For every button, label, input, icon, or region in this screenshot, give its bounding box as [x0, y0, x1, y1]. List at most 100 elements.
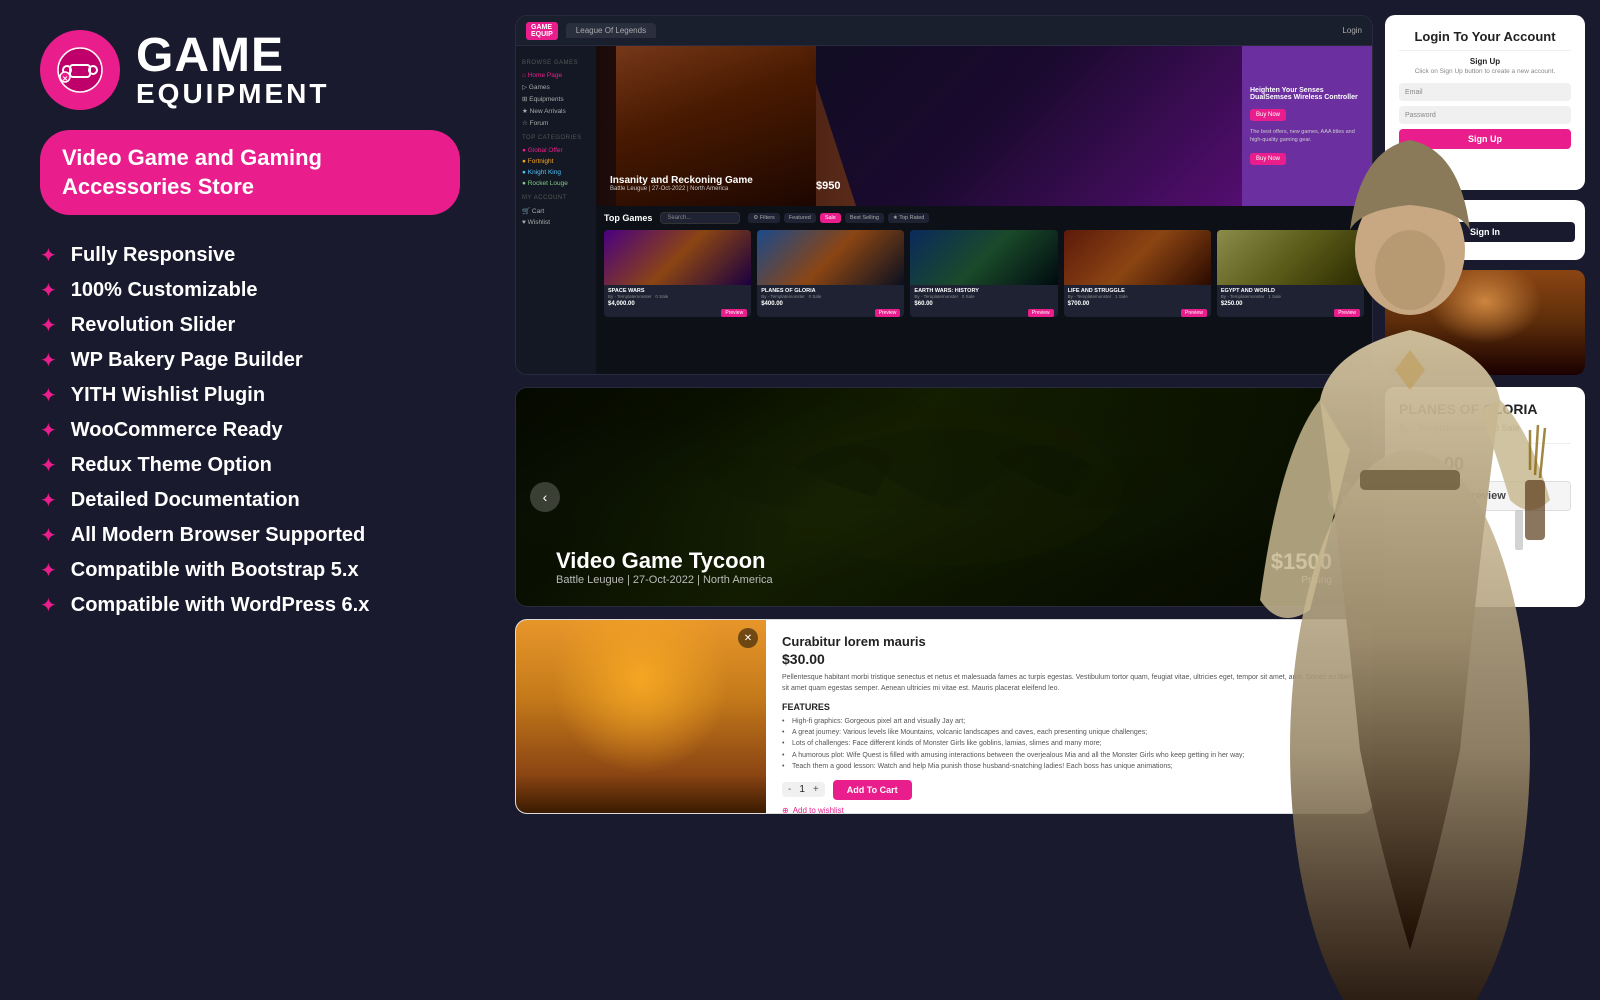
- login-box-title: Login To Your Account: [1399, 29, 1571, 44]
- game-preview-3[interactable]: Preview: [1028, 309, 1054, 317]
- filter-featured[interactable]: Featured: [784, 213, 816, 223]
- game-card-1: SPACE WARS By - Templatemonster 0 Sale $…: [604, 230, 751, 317]
- game-by-4: By - Templatemonster 1 Sale: [1068, 294, 1207, 299]
- feature-text-4: WP Bakery Page Builder: [71, 349, 303, 372]
- feature-text-7: Redux Theme Option: [71, 454, 272, 477]
- signin-btn[interactable]: Sign In: [1395, 222, 1575, 242]
- cat-global-offer[interactable]: ● Global Offer: [522, 145, 590, 156]
- sidebar-equipments[interactable]: ⊞ Equipments: [522, 93, 590, 105]
- password-field[interactable]: Password: [1399, 106, 1571, 124]
- promo-desc: The best offers, new games, AAA titles a…: [1250, 129, 1364, 144]
- feature-icon-1: ✦: [40, 243, 57, 268]
- filter-best-selling[interactable]: Best Selling: [845, 213, 884, 223]
- right-content: GAMEEQUIP League Of Legends Login BROWSE…: [500, 0, 1600, 1000]
- top-row: GAMEEQUIP League Of Legends Login BROWSE…: [515, 15, 1585, 375]
- feature-2: A great journey: Various levels like Mou…: [782, 727, 1356, 738]
- game-card-img-1: [604, 230, 751, 285]
- store-login-btn[interactable]: Login: [1342, 26, 1362, 35]
- feature-text-10: Compatible with Bootstrap 5.x: [71, 559, 359, 582]
- hero-banner: Insanity and Reckoning Game Battle Leugu…: [596, 46, 1372, 206]
- slider-next-btn[interactable]: ›: [1328, 482, 1358, 512]
- hero-price: $950: [816, 180, 840, 192]
- slider-content: Video Game Tycoon Battle Leugue | 27-Oct…: [556, 548, 773, 586]
- game-by-5: By - Templatemonster 1 Sale: [1221, 294, 1360, 299]
- store-sidebar: BROWSE GAMES ⌂ Home Page ▷ Games ⊞ Equip…: [516, 46, 596, 374]
- game-card-info-5: EGYPT AND WORLD By - Templatemonster 1 S…: [1217, 285, 1364, 310]
- left-panel: ✕ GAME EQUIPMENT Video Game and Gaming A…: [0, 0, 500, 1000]
- game-card-img-4: [1064, 230, 1211, 285]
- feature-item-7: ✦ Redux Theme Option: [40, 453, 460, 478]
- feature-item-3: ✦ Revolution Slider: [40, 313, 460, 338]
- add-to-cart-btn[interactable]: Add To Cart: [833, 780, 912, 800]
- feature-4: A humorous plot: Wife Quest is filled wi…: [782, 750, 1356, 761]
- feature-icon-3: ✦: [40, 313, 57, 338]
- product-card-detail: PLANES OF GLORIA By - Templatemonster 0 …: [1385, 387, 1585, 607]
- product-close-btn[interactable]: ✕: [738, 628, 758, 648]
- game-preview-2[interactable]: Preview: [875, 309, 901, 317]
- add-to-wishlist-btn[interactable]: ⊕ Add to wishlist: [782, 806, 1356, 813]
- game-preview-5[interactable]: Preview: [1334, 309, 1360, 317]
- game-price-1: $4,000.00: [608, 301, 747, 307]
- feature-item-5: ✦ YITH Wishlist Plugin: [40, 383, 460, 408]
- game-card-info-4: LIFE AND STRUGGLE By - Templatemonster 1…: [1064, 285, 1211, 310]
- filter-top-rated[interactable]: ★ Top Rated: [888, 213, 929, 223]
- sidebar-games[interactable]: ▷ Games: [522, 81, 590, 93]
- feature-icon-11: ✦: [40, 593, 57, 618]
- store-tab[interactable]: League Of Legends: [566, 23, 656, 38]
- feature-item-8: ✦ Detailed Documentation: [40, 488, 460, 513]
- tagline-badge: Video Game and Gaming Accessories Store: [40, 130, 460, 215]
- feature-item-4: ✦ WP Bakery Page Builder: [40, 348, 460, 373]
- features-list: ✦ Fully Responsive ✦ 100% Customizable ✦…: [40, 243, 460, 618]
- slider-prev-btn[interactable]: ‹: [530, 482, 560, 512]
- login-box: Login To Your Account Sign Up Click on S…: [1385, 15, 1585, 190]
- account-cart[interactable]: 🛒 Cart: [522, 205, 590, 217]
- game-price-3: $60.00: [914, 301, 1053, 307]
- feature-icon-6: ✦: [40, 418, 57, 443]
- game-card-info-1: SPACE WARS By - Templatemonster 0 Sale $…: [604, 285, 751, 310]
- search-bar[interactable]: Search...: [660, 212, 740, 224]
- cat-knight-king[interactable]: ● Knight King: [522, 167, 590, 178]
- logo-text: GAME EQUIPMENT: [136, 32, 329, 108]
- filter-sale[interactable]: Sale: [820, 213, 841, 223]
- sidebar-home[interactable]: ⌂ Home Page: [522, 70, 590, 81]
- game-art-inner: [1385, 270, 1585, 375]
- cat-rocket-louge[interactable]: ● Rocket Louge: [522, 178, 590, 189]
- filter-tabs: ⚙ Filters Featured Sale Best Selling ★ T…: [748, 213, 929, 223]
- email-field[interactable]: Email: [1399, 83, 1571, 101]
- game-card-4: LIFE AND STRUGGLE By - Templatemonster 1…: [1064, 230, 1211, 317]
- browse-section-label: BROWSE GAMES: [522, 60, 590, 66]
- promo-buy-btn[interactable]: Buy Now: [1250, 109, 1286, 121]
- feature-1: High-fi graphics: Gorgeous pixel art and…: [782, 716, 1356, 727]
- quantity-control[interactable]: - 1 +: [782, 782, 825, 797]
- sidebar-forum[interactable]: ☆ Forum: [522, 117, 590, 129]
- product-preview-btn[interactable]: Preview: [1399, 481, 1571, 511]
- games-title: Top Games: [604, 213, 652, 223]
- bottom-right-panel: [1385, 619, 1585, 814]
- brand-name-line2: EQUIPMENT: [136, 80, 329, 108]
- product-card-by: By - Templatemonster 0 Sale: [1399, 423, 1571, 433]
- feature-item-6: ✦ WooCommerce Ready: [40, 418, 460, 443]
- hero-game-sub: Battle Leugue | 27-Oct-2022 | North Amer…: [610, 186, 753, 192]
- feature-text-6: WooCommerce Ready: [71, 419, 283, 442]
- signup-btn[interactable]: Sign Up: [1399, 129, 1571, 149]
- sidebar-new-arrivals[interactable]: ★ New Arrivals: [522, 105, 590, 117]
- feature-item-10: ✦ Compatible with Bootstrap 5.x: [40, 558, 460, 583]
- middle-row: ‹ › Video Game Tycoon Battle Leugue | 27…: [515, 387, 1585, 607]
- filter-filters[interactable]: ⚙ Filters: [748, 213, 779, 223]
- brand-logo-icon: ✕: [40, 30, 120, 110]
- feature-text-3: Revolution Slider: [71, 314, 235, 337]
- cat-fortnight[interactable]: ● Fortnight: [522, 156, 590, 167]
- product-controls: - 1 + Add To Cart: [782, 780, 1356, 800]
- store-topbar: GAMEEQUIP League Of Legends Login: [516, 16, 1372, 46]
- account-wishlist[interactable]: ♥ Wishlist: [522, 217, 590, 228]
- feature-text-5: YITH Wishlist Plugin: [71, 384, 265, 407]
- game-card-img-5: [1217, 230, 1364, 285]
- product-features-title: FEATURES: [782, 702, 1356, 712]
- product-image-area: ✕: [516, 620, 766, 813]
- game-preview-4[interactable]: Preview: [1181, 309, 1207, 317]
- game-preview-1[interactable]: Preview: [721, 309, 747, 317]
- promo-buy-btn2[interactable]: Buy Now: [1250, 153, 1286, 165]
- qty-increase[interactable]: +: [813, 784, 819, 795]
- feature-icon-4: ✦: [40, 348, 57, 373]
- qty-decrease[interactable]: -: [788, 784, 791, 795]
